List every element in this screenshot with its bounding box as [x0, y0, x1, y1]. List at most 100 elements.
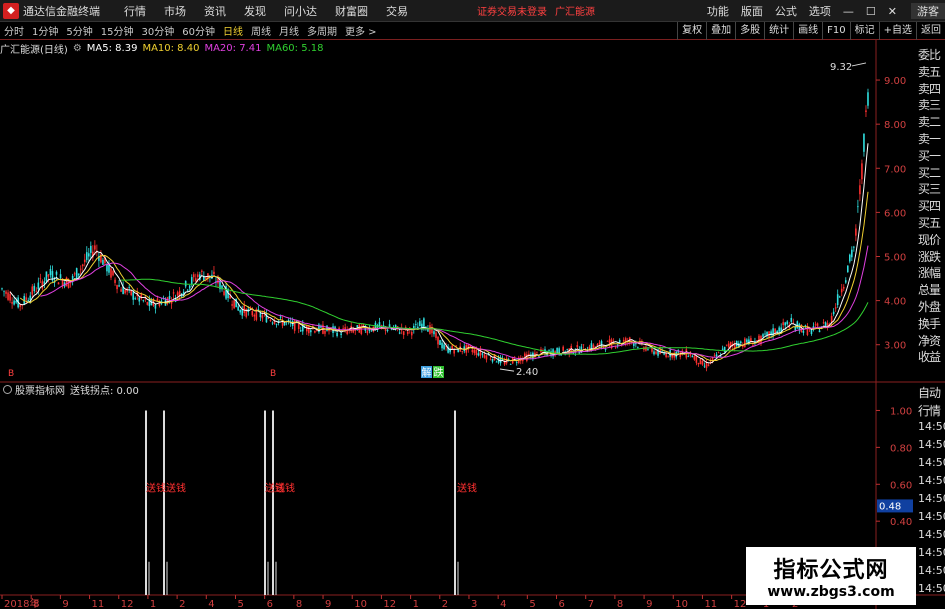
price-tick-label: 8.00: [884, 120, 906, 131]
menu-assistant[interactable]: 问小达: [275, 3, 326, 19]
menu-function[interactable]: 功能: [701, 3, 735, 19]
ma60-value: MA60: 5.18: [266, 42, 324, 54]
tool-draw[interactable]: 画线: [793, 22, 822, 40]
candle-body: [279, 316, 282, 318]
minimize-icon[interactable]: —: [837, 5, 860, 18]
tool-adjust[interactable]: 复权: [677, 22, 706, 40]
menu-options[interactable]: 选项: [803, 3, 837, 19]
tool-f10[interactable]: F10: [822, 22, 849, 40]
quote-label-13: 涨幅: [918, 266, 941, 281]
candle-body: [356, 325, 359, 328]
period-multi[interactable]: 多周期: [303, 23, 341, 38]
time-tick-label: 9: [325, 599, 331, 609]
period-toolbar: 分时 1分钟 5分钟 15分钟 30分钟 60分钟 日线 周线 月线 多周期 更…: [0, 22, 945, 40]
candle-body: [112, 270, 114, 276]
period-1min[interactable]: 1分钟: [28, 23, 62, 38]
watermark-title: 指标公式网: [773, 558, 889, 583]
candle-body: [865, 110, 867, 112]
time-tick-label: 12: [121, 599, 134, 609]
candle-body: [867, 92, 869, 106]
menu-quotes[interactable]: 行情: [115, 3, 155, 19]
close-icon[interactable]: ✕: [882, 5, 903, 18]
chart-tools: 复权 叠加 多股 统计 画线 F10 标记 +自选 返回: [677, 22, 945, 40]
candle-body: [495, 361, 498, 363]
candle-body: [515, 362, 518, 363]
candle-body: [790, 317, 793, 322]
candle-body: [453, 349, 455, 354]
period-tick[interactable]: 分时: [0, 23, 28, 38]
guest-button[interactable]: 游客: [911, 3, 945, 19]
candle-body: [524, 353, 526, 357]
candle-body: [299, 330, 302, 332]
candle-body: [233, 300, 235, 309]
tool-stats[interactable]: 统计: [764, 22, 793, 40]
tool-add-watchlist[interactable]: +自选: [878, 22, 916, 40]
time-tick-label: 1: [413, 599, 419, 609]
candle-body: [818, 330, 821, 333]
indicator-current-value: 0.48: [879, 501, 901, 512]
quote-label-17: 净资: [918, 333, 941, 348]
period-15min[interactable]: 15分钟: [97, 23, 138, 38]
period-monthly[interactable]: 月线: [275, 23, 303, 38]
tick-time-2: 14:50: [918, 456, 945, 469]
candle-body: [128, 286, 130, 288]
indicator-settings-icon[interactable]: [3, 385, 12, 394]
candle-body: [762, 334, 764, 337]
menu-layout[interactable]: 版面: [735, 3, 769, 19]
candle-body: [59, 274, 62, 279]
candle-body: [851, 249, 853, 258]
period-weekly[interactable]: 周线: [247, 23, 275, 38]
candle-body: [816, 323, 819, 327]
event-badge: 解: [422, 366, 432, 379]
menu-market[interactable]: 市场: [155, 3, 195, 19]
candle-body: [566, 349, 569, 350]
candle-body: [647, 349, 649, 350]
candle-body: [1, 288, 3, 290]
time-tick-label: 11: [704, 599, 717, 609]
candle-body: [697, 362, 700, 365]
kline-chart[interactable]: 9.00 8.00 7.00 6.00 5.00 4.00 3.00 9.32 2.40 解 跌 B B…: [0, 40, 945, 609]
settings-icon[interactable]: ⚙: [73, 43, 82, 54]
candle-body: [190, 277, 193, 284]
period-daily[interactable]: 日线: [219, 23, 247, 38]
candle-body: [201, 270, 203, 272]
tool-back[interactable]: 返回: [916, 22, 945, 40]
quote-label-8: 买三: [918, 182, 941, 197]
period-more[interactable]: 更多 >: [341, 23, 381, 38]
tool-overlay[interactable]: 叠加: [706, 22, 735, 40]
candle-body: [253, 314, 256, 317]
maximize-icon[interactable]: ☐: [860, 5, 882, 18]
candle-body: [124, 289, 126, 294]
quote-label-15: 外盘: [918, 299, 941, 314]
period-5min[interactable]: 5分钟: [62, 23, 96, 38]
candle-body: [687, 356, 690, 357]
candle-body: [838, 296, 841, 298]
candle-body: [691, 355, 694, 358]
quote-label-1: 卖五: [918, 64, 941, 79]
candle-body: [844, 280, 847, 283]
trade-login-notice[interactable]: 证券交易未登录: [477, 3, 547, 18]
candle-body: [861, 163, 863, 180]
candle-body: [598, 342, 601, 344]
candle-body: [772, 328, 774, 337]
tool-multi-stock[interactable]: 多股: [735, 22, 764, 40]
candle-body: [223, 291, 225, 296]
time-tick-label: 2: [442, 599, 448, 609]
period-30min[interactable]: 30分钟: [137, 23, 178, 38]
time-tick-label: 12: [383, 599, 396, 609]
menu-discover[interactable]: 发现: [235, 3, 275, 19]
menu-trade[interactable]: 交易: [377, 3, 417, 19]
tool-mark[interactable]: 标记: [849, 22, 879, 40]
time-tick-label: 9: [62, 599, 68, 609]
candle-body: [370, 330, 373, 332]
candle-body: [336, 332, 338, 337]
price-tick-label: 4.00: [884, 297, 906, 308]
menu-wealth[interactable]: 财富圈: [326, 3, 377, 19]
signal-text: 送钱: [457, 482, 477, 495]
candle-body: [342, 328, 344, 330]
candle-body: [840, 288, 843, 293]
menu-formula[interactable]: 公式: [769, 3, 803, 19]
menu-news[interactable]: 资讯: [195, 3, 235, 19]
candle-body: [310, 330, 312, 333]
period-60min[interactable]: 60分钟: [178, 23, 219, 38]
